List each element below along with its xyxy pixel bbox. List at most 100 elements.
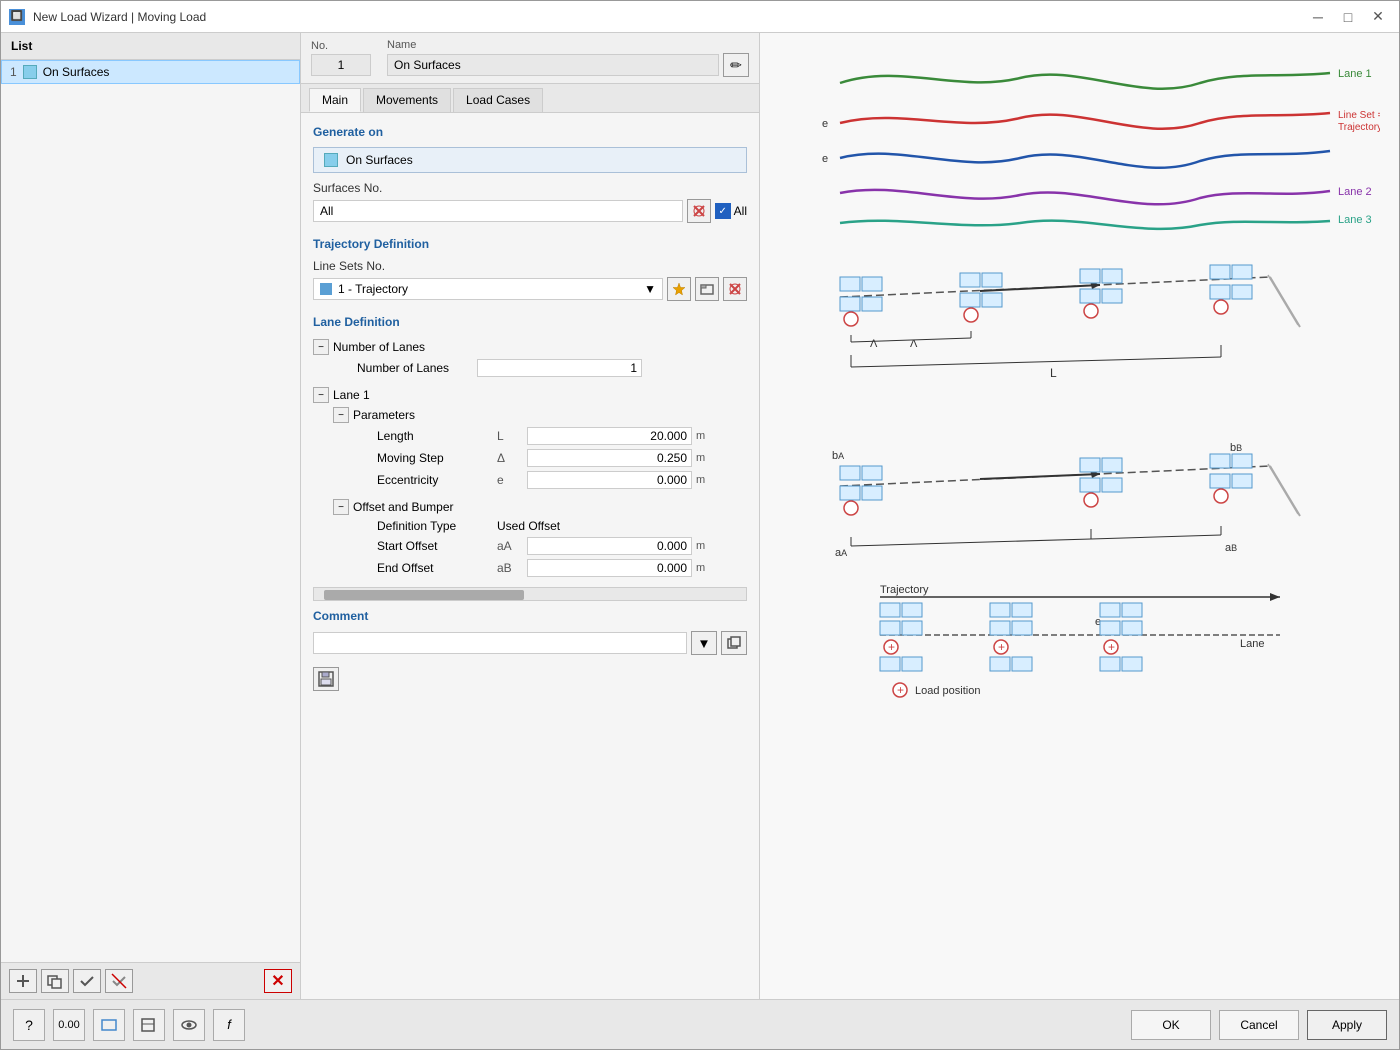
end-offset-unit: m xyxy=(696,562,705,574)
window-controls: ─ □ ✕ xyxy=(1305,6,1391,28)
formula-button[interactable]: f xyxy=(213,1009,245,1041)
moving-step-field[interactable] xyxy=(527,449,692,467)
all-checkbox[interactable]: All xyxy=(715,203,747,219)
svg-text:bB: bB xyxy=(1230,442,1242,454)
center-panel: No. Name ✏ Main Movements Load Cases xyxy=(301,33,759,999)
line-set-icon xyxy=(320,283,332,295)
eccentricity-row: Eccentricity e m xyxy=(333,469,747,491)
svg-text:Lane: Lane xyxy=(1240,638,1264,650)
tab-load-cases[interactable]: Load Cases xyxy=(453,88,543,112)
name-section: Name ✏ xyxy=(387,39,749,77)
offset-bumper-label: Offset and Bumper xyxy=(353,500,454,514)
svg-text:+: + xyxy=(897,683,904,697)
num-lanes-label: Number of Lanes xyxy=(333,340,425,354)
save-button[interactable] xyxy=(313,667,339,691)
lane-diagram-top: e e Lane 1 Line Set = Trajectory Definit… xyxy=(780,43,1380,243)
surfaces-clear-button[interactable] xyxy=(687,199,711,223)
collapse-offset[interactable]: − xyxy=(333,499,349,515)
edit-name-button[interactable]: ✏ xyxy=(723,53,749,77)
minimize-button[interactable]: ─ xyxy=(1305,6,1331,28)
svg-text:Λ: Λ xyxy=(870,338,878,350)
svg-text:aB: aB xyxy=(1225,542,1237,554)
start-offset-label: Start Offset xyxy=(377,539,497,553)
ok-button[interactable]: OK xyxy=(1131,1010,1211,1040)
svg-text:Lane 2: Lane 2 xyxy=(1338,186,1372,198)
line-sets-value: 1 - Trajectory xyxy=(338,282,408,296)
def-type-label: Definition Type xyxy=(377,519,497,533)
tag-button[interactable] xyxy=(133,1009,165,1041)
line-sets-clear-button[interactable] xyxy=(723,277,747,301)
end-offset-sym: aB xyxy=(497,561,527,575)
end-offset-field[interactable] xyxy=(527,559,692,577)
no-field[interactable] xyxy=(311,54,371,76)
lane-diagram-mid-bot: bA bB aA aB xyxy=(780,411,1380,571)
eccentricity-field[interactable] xyxy=(527,471,692,489)
lane1-indent: − Parameters Length L m Moving Step xyxy=(313,405,747,579)
line-sets-select[interactable]: 1 - Trajectory ▼ xyxy=(313,278,663,300)
def-type-row: Definition Type Used Offset xyxy=(333,517,747,535)
collapse-params[interactable]: − xyxy=(333,407,349,423)
eccentricity-label: Eccentricity xyxy=(377,473,497,487)
surface-tool-button[interactable] xyxy=(93,1009,125,1041)
eccentricity-sym: e xyxy=(497,473,527,487)
check2-button[interactable] xyxy=(105,969,133,993)
comment-dropdown-button[interactable]: ▼ xyxy=(691,631,717,655)
collapse-lane1[interactable]: − xyxy=(313,387,329,403)
horizontal-scrollbar[interactable] xyxy=(313,587,747,601)
comment-field[interactable] xyxy=(313,632,687,654)
generate-on-label: Generate on xyxy=(313,125,747,139)
title-bar: 🔲 New Load Wizard | Moving Load ─ □ ✕ xyxy=(1,1,1399,33)
lane1-label: Lane 1 xyxy=(333,388,370,402)
eye-button[interactable] xyxy=(173,1009,205,1041)
num-lanes-field[interactable] xyxy=(477,359,642,377)
line-sets-row: 1 - Trajectory ▼ xyxy=(313,277,747,301)
svg-text:L: L xyxy=(1050,366,1057,380)
num-lanes-param-row: Number of Lanes xyxy=(333,357,747,379)
duplicate-button[interactable] xyxy=(41,969,69,993)
lane-diagram-bottom: Trajectory e Lane xyxy=(780,575,1380,705)
bottom-bar: ? 0.00 f OK Cancel Apply xyxy=(1,999,1399,1049)
svg-text:Trajectory: Trajectory xyxy=(880,584,929,596)
surfaces-field[interactable] xyxy=(313,200,683,222)
name-field[interactable] xyxy=(387,54,719,76)
list-footer: ✕ xyxy=(1,962,300,999)
tab-main[interactable]: Main xyxy=(309,88,361,112)
svg-text:Lane 1: Lane 1 xyxy=(1338,68,1372,80)
svg-text:+: + xyxy=(998,640,1005,654)
list-item[interactable]: 1 On Surfaces xyxy=(1,60,300,84)
delete-button[interactable]: ✕ xyxy=(264,969,292,993)
all-label: All xyxy=(734,204,747,218)
moving-step-row: Moving Step Δ m xyxy=(333,447,747,469)
comment-section: Comment ▼ xyxy=(313,609,747,655)
comment-copy-button[interactable] xyxy=(721,631,747,655)
dropdown-arrow-icon: ▼ xyxy=(644,282,656,296)
all-checkbox-box[interactable] xyxy=(715,203,731,219)
line-sets-label: Line Sets No. xyxy=(313,259,747,273)
start-offset-row: Start Offset aA m xyxy=(333,535,747,557)
new-item-button[interactable] xyxy=(9,969,37,993)
end-offset-row: End Offset aB m xyxy=(333,557,747,579)
num-lanes-field-label: Number of Lanes xyxy=(333,361,477,375)
help-button[interactable]: ? xyxy=(13,1009,45,1041)
line-sets-star-button[interactable] xyxy=(667,277,691,301)
line-sets-browse-button[interactable] xyxy=(695,277,719,301)
tab-movements[interactable]: Movements xyxy=(363,88,451,112)
scrollbar-thumb[interactable] xyxy=(324,590,524,600)
zero-button[interactable]: 0.00 xyxy=(53,1009,85,1041)
lane-diagram-mid-top: Λ Λ L xyxy=(780,247,1380,407)
cancel-button[interactable]: Cancel xyxy=(1219,1010,1299,1040)
check-button[interactable] xyxy=(73,969,101,993)
length-label: Length xyxy=(377,429,497,443)
length-field[interactable] xyxy=(527,427,692,445)
maximize-button[interactable]: □ xyxy=(1335,6,1361,28)
no-section: No. xyxy=(311,40,371,76)
eccentricity-unit: m xyxy=(696,474,705,486)
close-button[interactable]: ✕ xyxy=(1365,6,1391,28)
apply-button[interactable]: Apply xyxy=(1307,1010,1387,1040)
generate-on-field[interactable]: On Surfaces xyxy=(313,147,747,173)
collapse-num-lanes[interactable]: − xyxy=(313,339,329,355)
start-offset-sym: aA xyxy=(497,539,527,553)
svg-text:Line Set =: Line Set = xyxy=(1338,110,1380,121)
start-offset-field[interactable] xyxy=(527,537,692,555)
end-offset-label: End Offset xyxy=(377,561,497,575)
